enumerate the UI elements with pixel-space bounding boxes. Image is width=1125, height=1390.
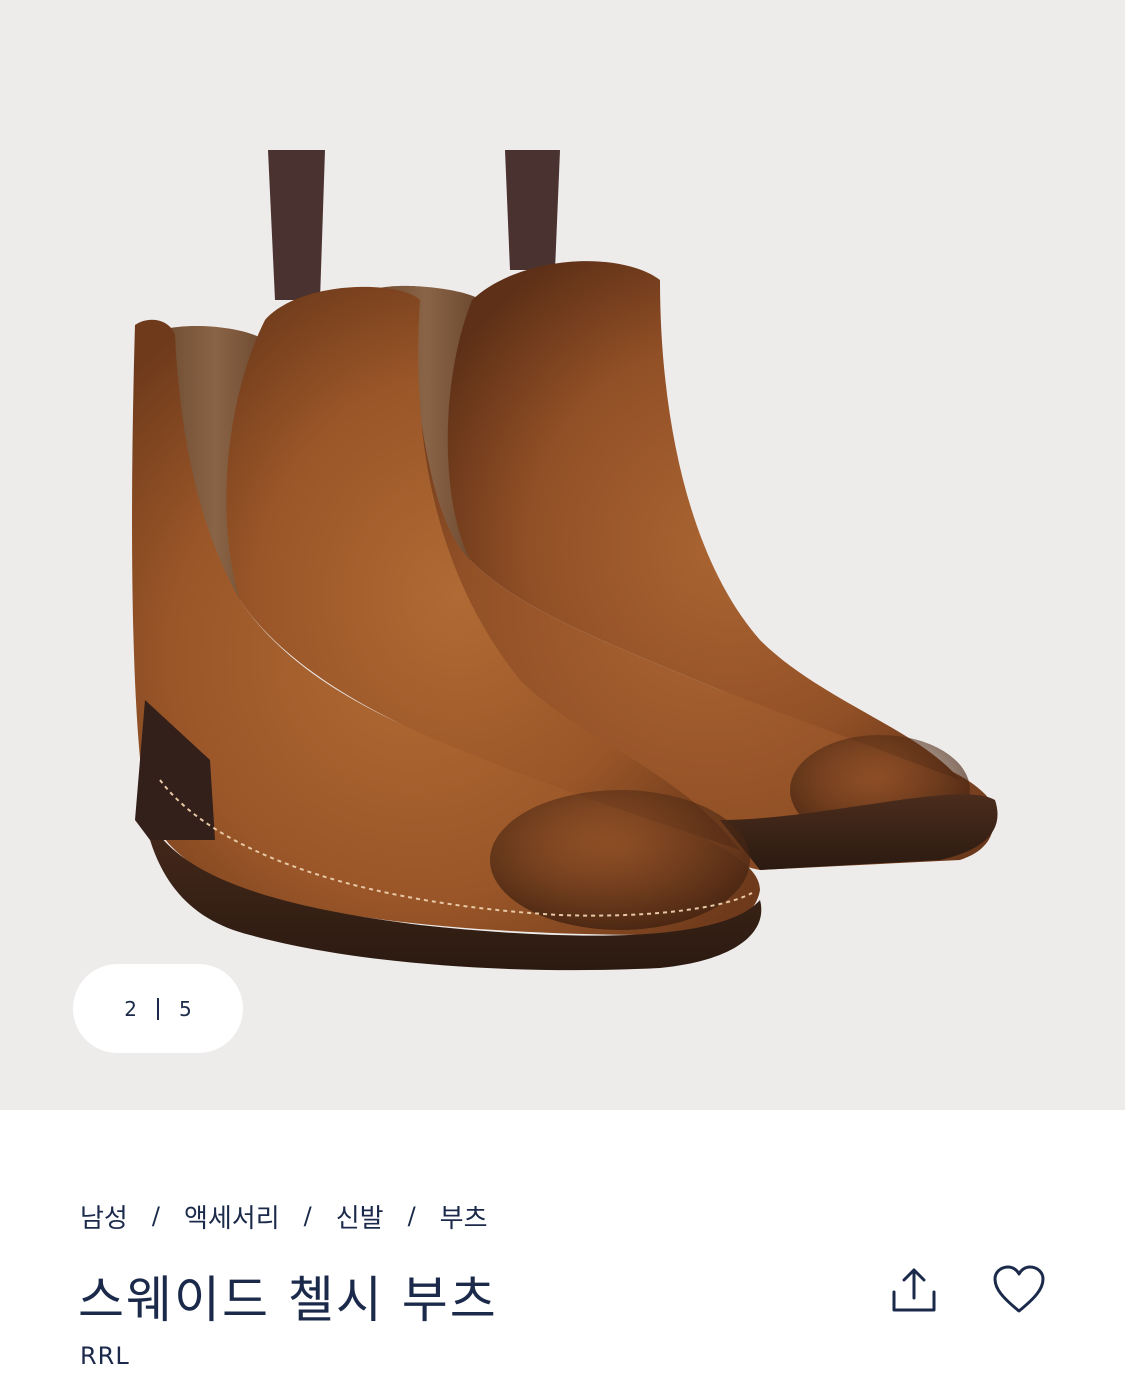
wishlist-button[interactable] — [989, 1260, 1049, 1320]
breadcrumb-item-shoes[interactable]: 신발 — [336, 1198, 384, 1235]
product-title: 스웨이드 첼시 부츠 — [78, 1271, 498, 1329]
breadcrumb-separator: / — [151, 1202, 160, 1230]
product-brand: RRL — [80, 1342, 130, 1370]
breadcrumb-item-accessories[interactable]: 액세서리 — [184, 1198, 280, 1235]
counter-divider — [157, 997, 159, 1020]
breadcrumb-separator: / — [407, 1202, 416, 1230]
product-image-gallery[interactable]: 2 5 — [0, 0, 1125, 1110]
product-details: 남성 / 액세서리 / 신발 / 부츠 스웨이드 첼시 부츠 RRL — [0, 1110, 1125, 1390]
breadcrumb: 남성 / 액세서리 / 신발 / 부츠 — [80, 1198, 488, 1234]
share-icon — [892, 1268, 936, 1312]
breadcrumb-separator: / — [303, 1202, 312, 1230]
current-image-index: 2 — [124, 996, 137, 1021]
total-image-count: 5 — [179, 996, 192, 1021]
product-image[interactable] — [0, 0, 1125, 1110]
share-button[interactable] — [884, 1260, 944, 1320]
image-counter: 2 5 — [73, 964, 243, 1053]
breadcrumb-item-boots[interactable]: 부츠 — [440, 1198, 488, 1235]
heart-icon — [993, 1265, 1045, 1313]
breadcrumb-item-men[interactable]: 남성 — [80, 1198, 128, 1235]
